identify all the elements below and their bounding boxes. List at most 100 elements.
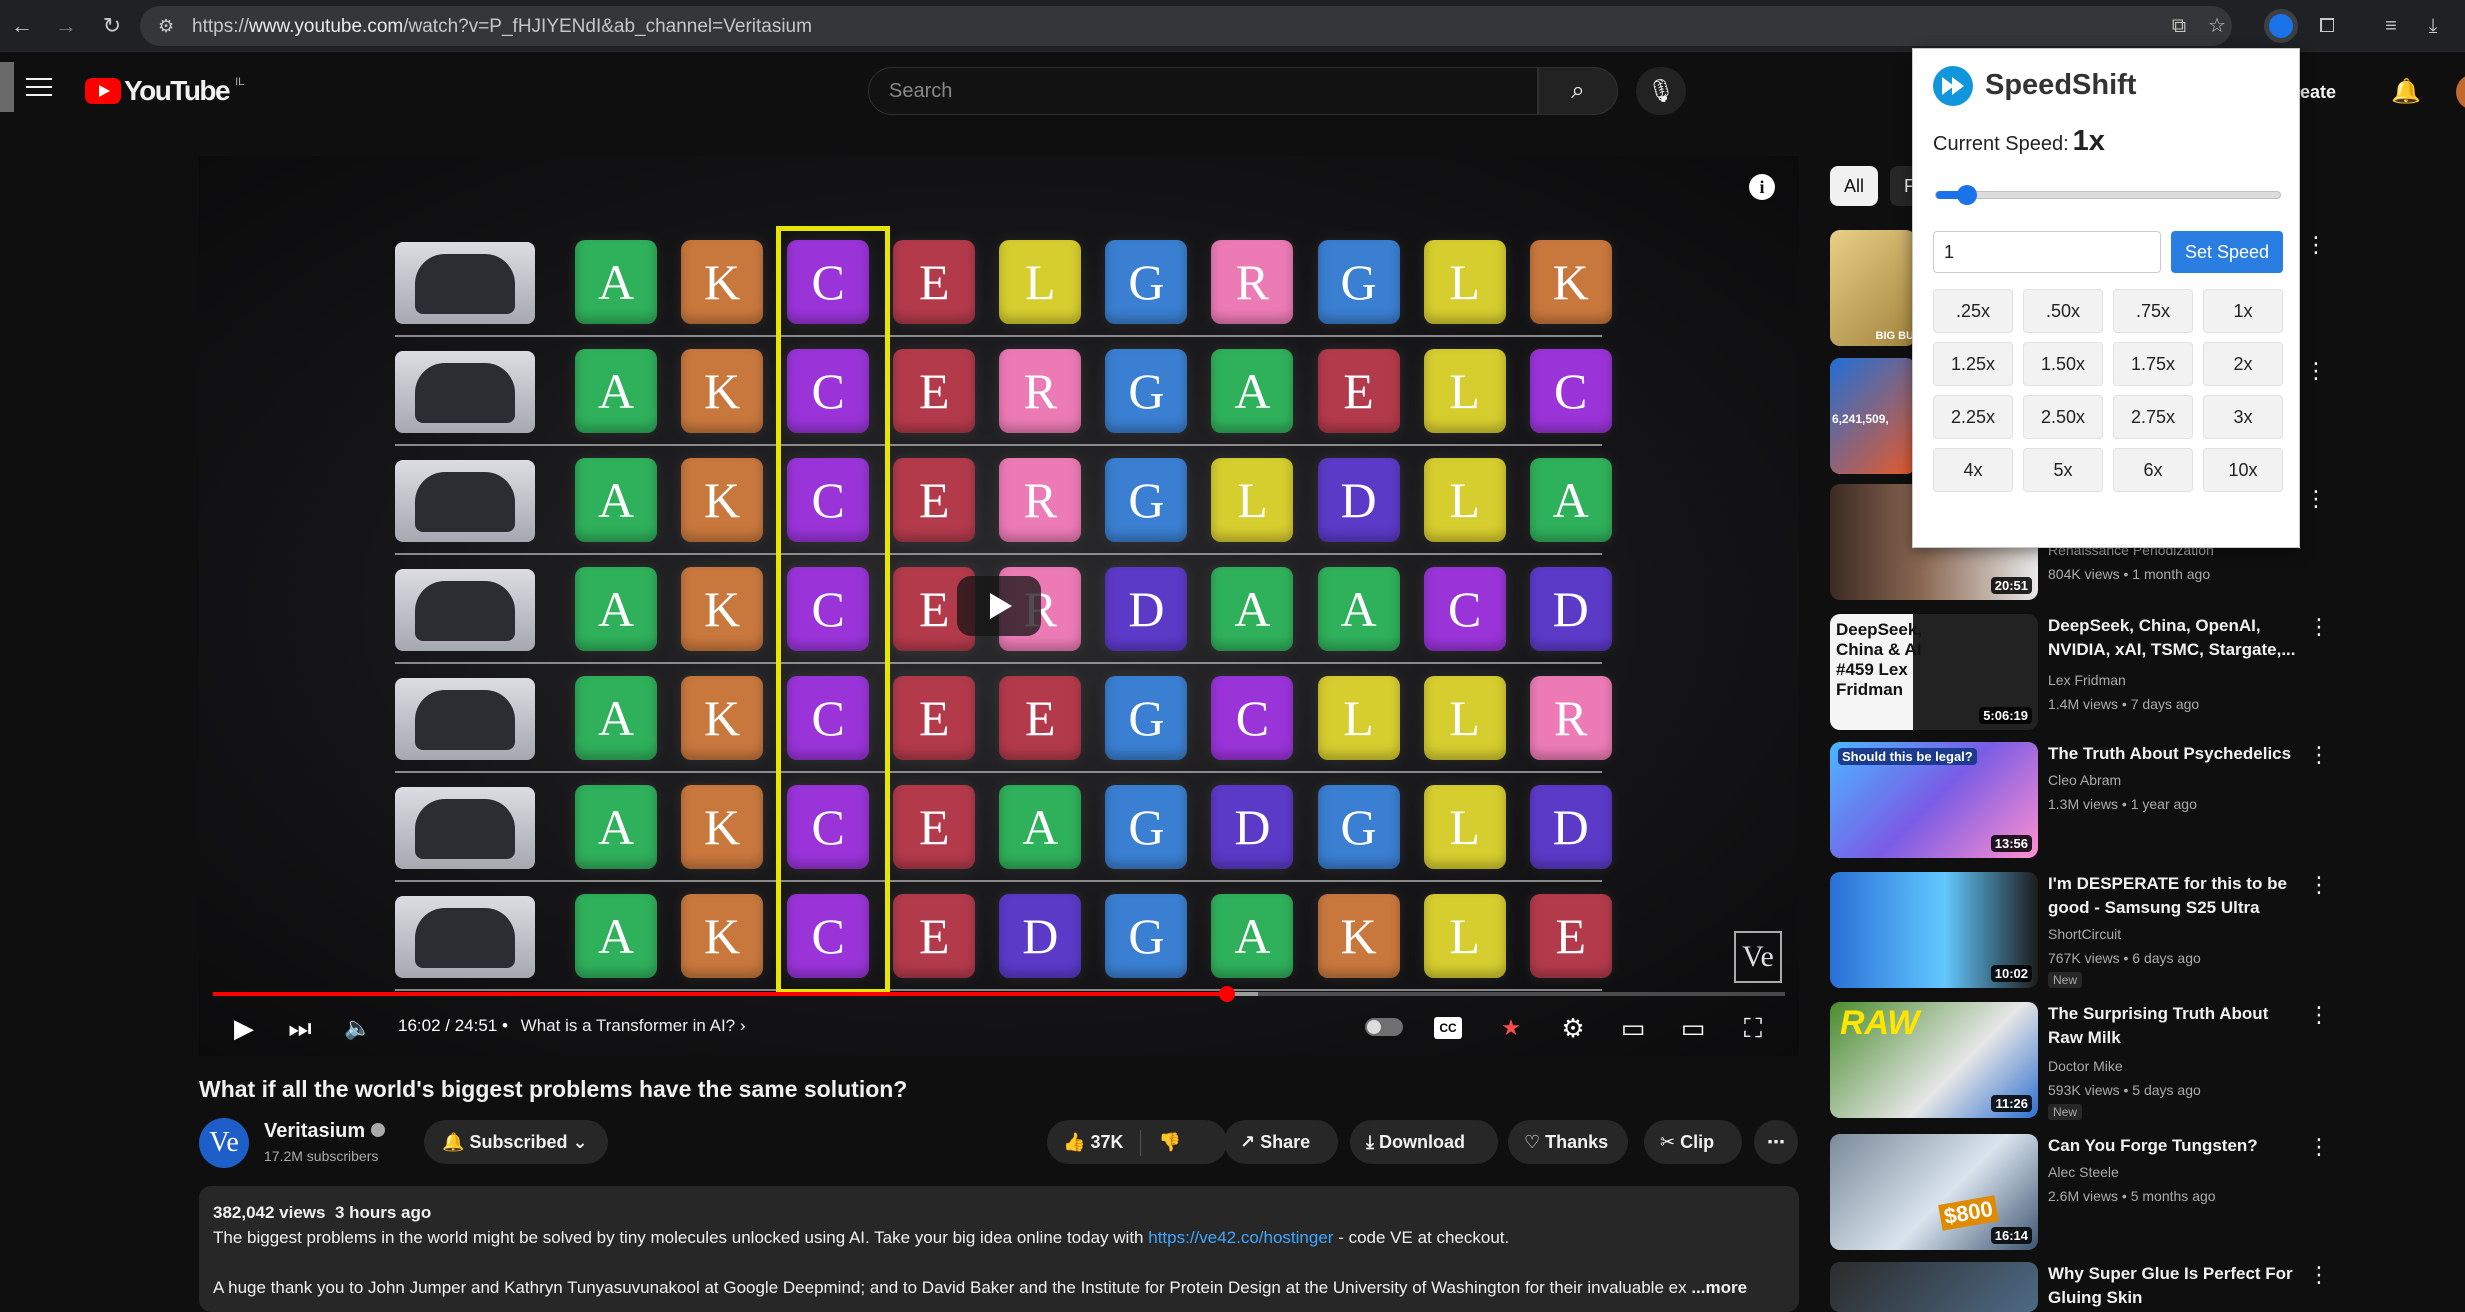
progress-bar[interactable] <box>213 986 1785 1002</box>
rec-thumbnail[interactable]: RAW 11:26 <box>1830 1002 2038 1118</box>
speed-input[interactable] <box>1933 231 2161 273</box>
rec-title[interactable]: The Truth About Psychedelics <box>2048 742 2298 766</box>
speed-preset-button[interactable]: 3x <box>2203 395 2283 439</box>
speed-preset-button[interactable]: 2.75x <box>2113 395 2193 439</box>
speed-slider[interactable] <box>1935 185 2281 205</box>
chip-all[interactable]: All <box>1830 166 1879 206</box>
rec-thumbnail[interactable]: $800 16:14 <box>1830 1134 2038 1250</box>
set-speed-button[interactable]: Set Speed <box>2171 231 2283 273</box>
youtube-logo[interactable]: YouTube IL <box>85 75 244 106</box>
rec-thumbnail[interactable]: 10:02 <box>1830 872 2038 988</box>
next-button[interactable]: ⏭ <box>284 1010 316 1046</box>
downloads-icon[interactable]: ⤓ <box>2416 9 2450 43</box>
extensions-puzzle-icon[interactable]: ⧠ <box>2310 9 2344 43</box>
rec-menu-icon[interactable]: ⋮ <box>2305 486 2327 512</box>
dislike-button[interactable]: 👎 <box>1159 1132 1181 1152</box>
description-link[interactable]: https://ve42.co/hostinger <box>1148 1228 1333 1247</box>
fullscreen-icon[interactable]: ⛶ <box>1736 1010 1770 1046</box>
channel-avatar[interactable]: Ve <box>199 1118 249 1168</box>
search-box[interactable] <box>868 67 1538 115</box>
media-controls-icon[interactable]: ≡ <box>2374 9 2408 43</box>
sponsor-icon[interactable]: ★ <box>1494 1010 1528 1046</box>
rec-title[interactable]: The Surprising Truth About Raw Milk <box>2048 1002 2298 1050</box>
rec-title[interactable]: Can You Forge Tungsten? <box>2048 1134 2298 1158</box>
speed-slider-handle[interactable] <box>1957 185 1978 205</box>
address-bar[interactable]: ⚙ https://www.youtube.com/watch?v=P_fHJI… <box>140 6 2232 46</box>
speed-preset-button[interactable]: .25x <box>1933 289 2013 333</box>
rec-menu-icon[interactable]: ⋮ <box>2308 742 2330 768</box>
channel-name[interactable]: Veritasium <box>264 1120 386 1143</box>
speed-preset-button[interactable]: 1x <box>2203 289 2283 333</box>
account-avatar[interactable] <box>2456 74 2465 110</box>
speed-preset-button[interactable]: 4x <box>1933 448 2013 492</box>
search-input[interactable] <box>869 68 1469 114</box>
rec-menu-icon[interactable]: ⋮ <box>2308 1002 2330 1028</box>
clip-button[interactable]: ✂ Clip <box>1644 1120 1742 1164</box>
rec-thumbnail[interactable]: 6,241,509, <box>1830 358 1916 474</box>
center-play-icon[interactable] <box>957 576 1041 636</box>
speed-preset-button[interactable]: 6x <box>2113 448 2193 492</box>
install-app-icon[interactable]: ⧉ <box>2162 9 2196 43</box>
notifications-bell-icon[interactable]: 🔔 <box>2388 72 2424 112</box>
rec-channel[interactable]: Cleo Abram <box>2048 772 2121 788</box>
rec-thumbnail[interactable]: Should this be legal? 13:56 <box>1830 742 2038 858</box>
rec-thumbnail[interactable] <box>1830 1262 2038 1312</box>
speed-preset-button[interactable]: 5x <box>2023 448 2103 492</box>
speed-preset-button[interactable]: 2.50x <box>2023 395 2103 439</box>
rec-thumbnail[interactable]: DeepSeek, China & AI #459 Lex Fridman 5:… <box>1830 614 2038 730</box>
chapter-title[interactable]: What is a Transformer in AI? <box>521 1016 735 1035</box>
theater-mode-icon[interactable]: ▭ <box>1676 1010 1710 1046</box>
info-icon[interactable]: i <box>1749 174 1775 200</box>
menu-icon[interactable] <box>26 78 52 98</box>
share-button[interactable]: ↗ Share <box>1224 1120 1338 1164</box>
rec-channel[interactable]: Lex Fridman <box>2048 672 2126 688</box>
speed-preset-button[interactable]: 2x <box>2203 342 2283 386</box>
channel-watermark[interactable]: Ve <box>1734 931 1782 983</box>
site-info-icon[interactable]: ⚙ <box>158 14 182 38</box>
speed-preset-button[interactable]: 10x <box>2203 448 2283 492</box>
rec-title[interactable]: DeepSeek, China, OpenAI, NVIDIA, xAI, TS… <box>2048 614 2298 662</box>
like-button[interactable]: 👍 37K <box>1063 1132 1123 1152</box>
rec-menu-icon[interactable]: ⋮ <box>2305 232 2327 258</box>
speed-preset-button[interactable]: .75x <box>2113 289 2193 333</box>
speed-preset-button[interactable]: 1.75x <box>2113 342 2193 386</box>
rec-menu-icon[interactable]: ⋮ <box>2308 614 2330 640</box>
voice-search-button[interactable]: 🎙 <box>1636 67 1686 115</box>
rec-menu-icon[interactable]: ⋮ <box>2308 1262 2330 1288</box>
captions-icon[interactable]: CC <box>1434 1017 1462 1039</box>
bookmark-star-icon[interactable]: ☆ <box>2200 9 2234 43</box>
download-button[interactable]: ⤓ Download <box>1350 1120 1498 1164</box>
forward-icon[interactable]: → <box>50 10 82 42</box>
more-actions-button[interactable]: ⋯ <box>1754 1120 1798 1164</box>
search-button[interactable]: ⌕ <box>1538 67 1618 115</box>
thanks-button[interactable]: ♡ Thanks <box>1508 1120 1628 1164</box>
rec-menu-icon[interactable]: ⋮ <box>2308 1134 2330 1160</box>
rec-channel[interactable]: Doctor Mike <box>2048 1058 2123 1074</box>
rec-menu-icon[interactable]: ⋮ <box>2308 872 2330 898</box>
scrubber-handle[interactable] <box>1218 986 1235 1002</box>
speedshift-extension-icon[interactable] <box>2264 9 2298 43</box>
reload-icon[interactable]: ↻ <box>96 10 128 42</box>
settings-gear-icon[interactable]: ⚙ <box>1556 1010 1590 1046</box>
subscribed-button[interactable]: 🔔 Subscribed ⌄ <box>424 1120 608 1164</box>
speed-preset-button[interactable]: 1.50x <box>2023 342 2103 386</box>
speed-preset-button[interactable]: 1.25x <box>1933 342 2013 386</box>
video-player[interactable]: i AKCELGRGLKAKCERGAELCAKCERGLDLAAKCERDAA… <box>199 156 1799 1056</box>
rec-title[interactable]: Why Super Glue Is Perfect For Gluing Ski… <box>2048 1262 2298 1310</box>
miniplayer-icon[interactable]: ▭ <box>1616 1010 1650 1046</box>
speed-preset-button[interactable]: .50x <box>2023 289 2103 333</box>
back-icon[interactable]: ← <box>6 10 38 42</box>
rec-title[interactable]: I'm DESPERATE for this to be good - Sams… <box>2048 872 2298 920</box>
url-text[interactable]: https://www.youtube.com/watch?v=P_fHJIYE… <box>192 16 812 38</box>
rec-menu-icon[interactable]: ⋮ <box>2305 358 2327 384</box>
autoplay-toggle[interactable] <box>1365 1018 1403 1036</box>
description-box[interactable]: 382,042 views 3 hours ago The biggest pr… <box>199 1186 1799 1312</box>
rec-channel[interactable]: Alec Steele <box>2048 1164 2119 1180</box>
volume-button[interactable]: 🔈 <box>342 1010 374 1046</box>
rec-channel[interactable]: ShortCircuit <box>2048 926 2121 942</box>
play-button[interactable]: ▶ <box>228 1010 260 1046</box>
rec-thumbnail[interactable]: BIG BU <box>1830 230 1916 346</box>
speed-preset-button[interactable]: 2.25x <box>1933 395 2013 439</box>
more-link[interactable]: ...more <box>1691 1278 1747 1297</box>
channel-name-text[interactable]: Veritasium <box>264 1120 365 1142</box>
